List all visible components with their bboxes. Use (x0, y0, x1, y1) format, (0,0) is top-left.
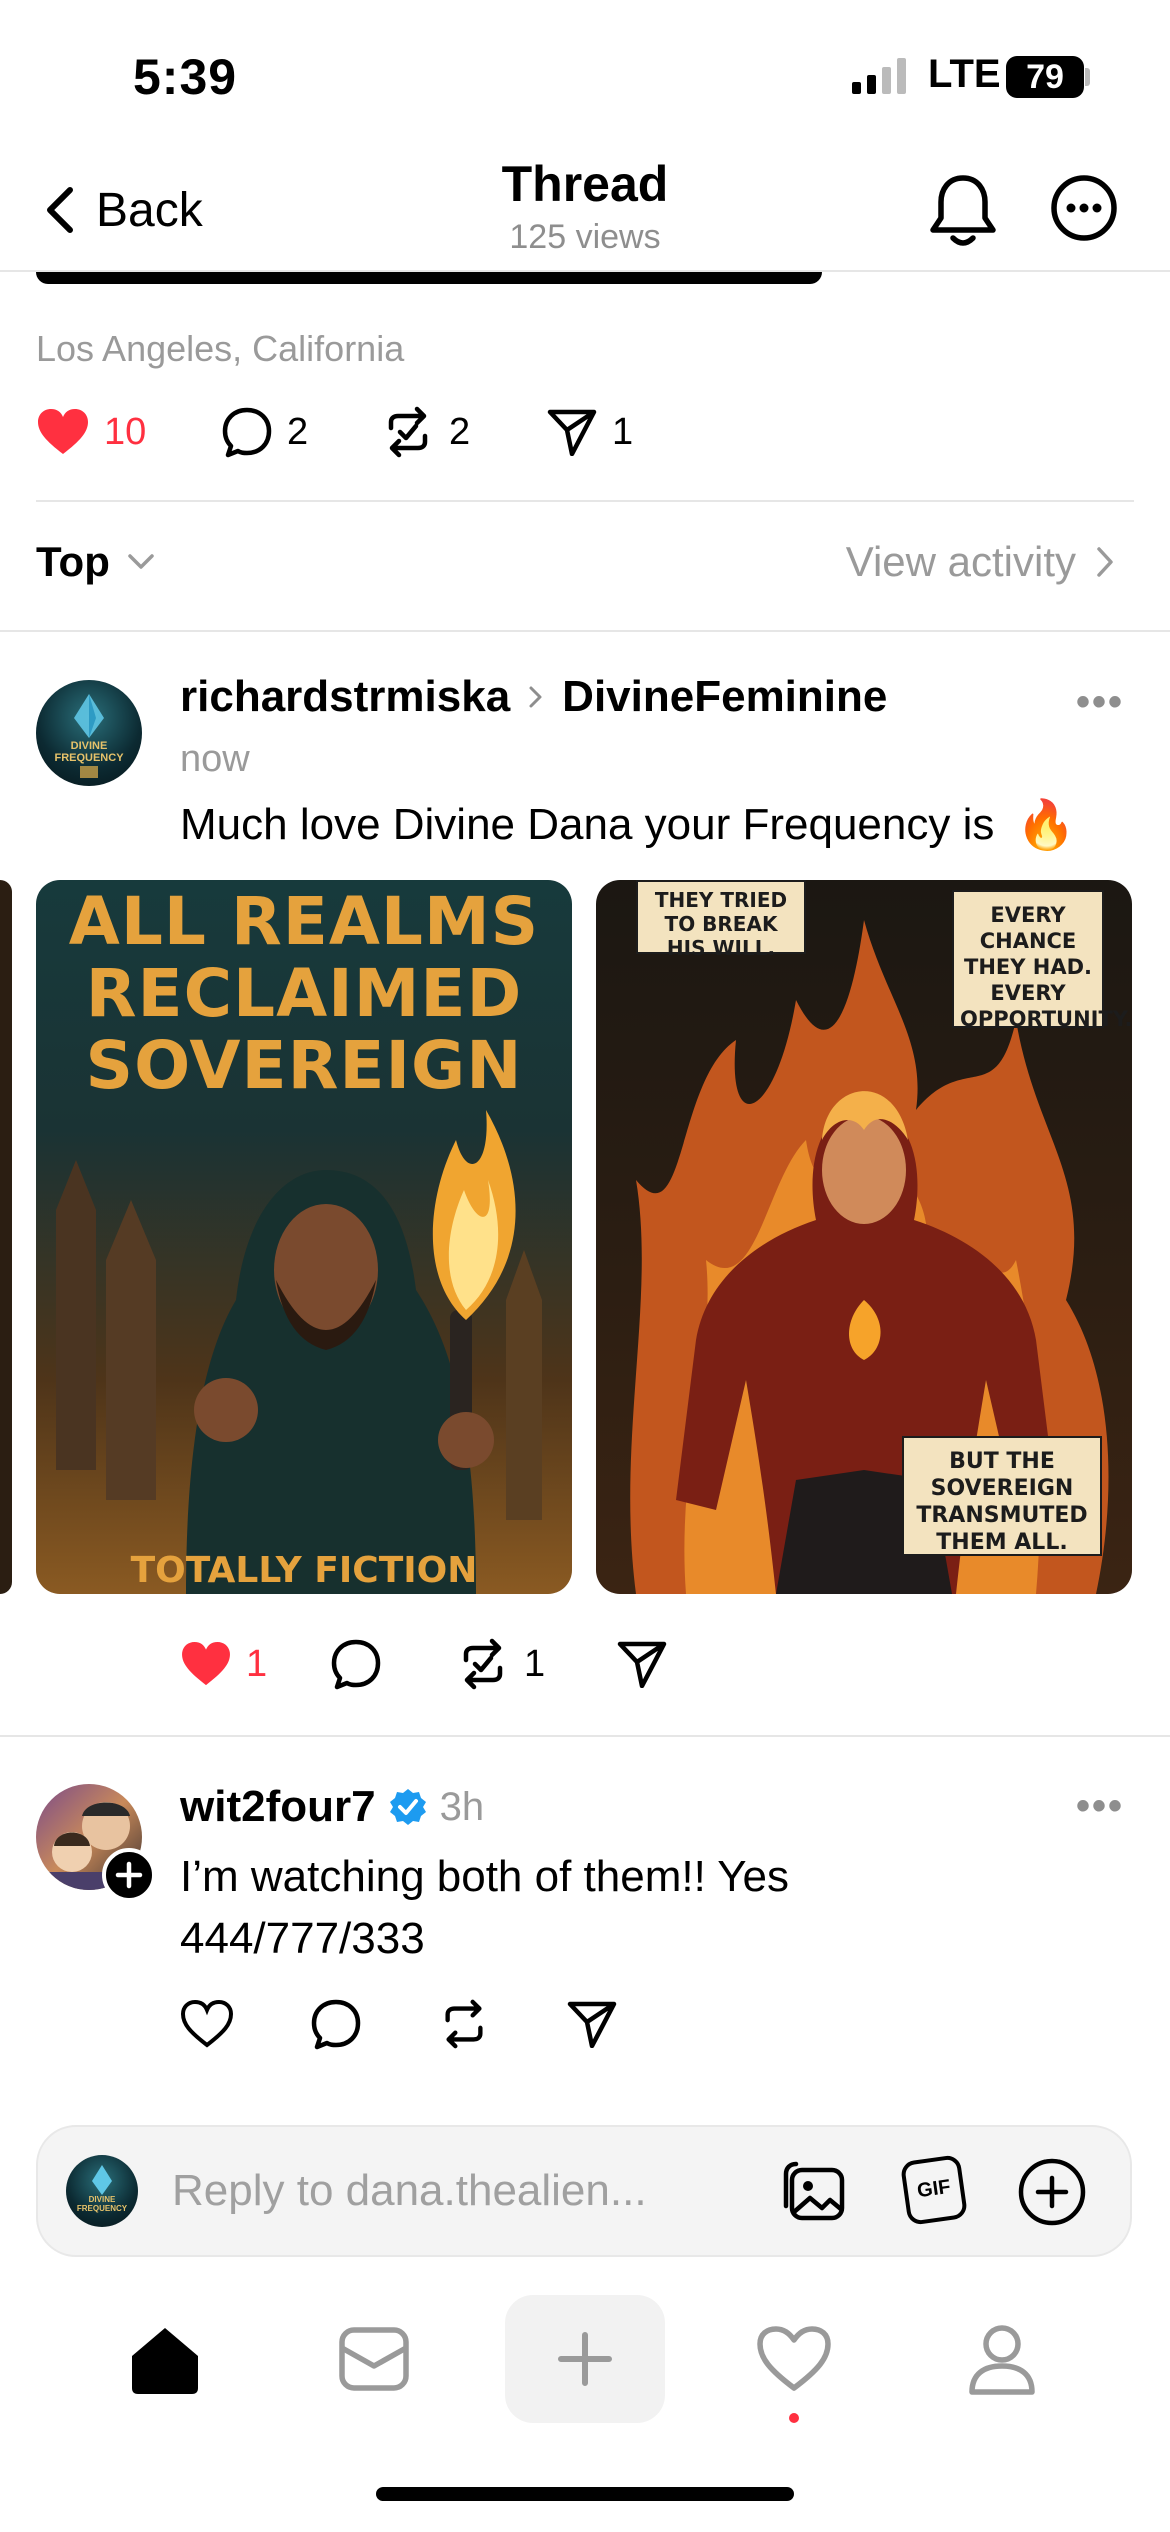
view-count: 125 views (509, 218, 661, 256)
repost-icon (388, 406, 428, 458)
reply-like-count: 1 (246, 1642, 268, 1685)
media-scroll-remnant (36, 272, 822, 284)
post-location: Los Angeles, California (36, 328, 405, 369)
gif-button[interactable]: GIF (899, 2154, 969, 2226)
comment-icon (331, 1639, 381, 1690)
reply2-text-line1: I’m watching both of them!! Yes (180, 1852, 790, 1901)
sort-label: Top (36, 538, 110, 585)
home-icon[interactable] (126, 2322, 204, 2396)
reply2-time: 3h (439, 1784, 485, 1829)
comment-count: 2 (287, 410, 309, 453)
add-circle-icon[interactable] (1016, 2156, 1088, 2228)
headline-line-2: RECLAIMED (85, 955, 523, 1032)
activity-notification-dot (789, 2413, 799, 2423)
reply-comment-button[interactable] (330, 1638, 456, 1690)
headline-line-1: ALL REALMS (68, 883, 540, 960)
back-label: Back (96, 183, 203, 237)
chevron-right-icon (529, 686, 542, 708)
repost-icon (463, 1638, 503, 1690)
plus-icon (115, 1861, 143, 1889)
view-activity-label: View activity (845, 538, 1076, 585)
composer-avatar: DIVINE FREQUENCY (66, 2155, 138, 2227)
plus-icon (558, 2332, 612, 2386)
back-button[interactable]: Back (44, 175, 203, 245)
bell-icon[interactable] (928, 172, 998, 248)
comment-icon[interactable] (310, 1998, 362, 2050)
diamond-logo-icon (92, 2165, 112, 2195)
send-icon[interactable] (566, 2000, 618, 2048)
heart-filled-icon (182, 1641, 230, 1686)
battery-indicator: 79 (1006, 56, 1084, 98)
inbox-icon[interactable] (338, 2326, 410, 2392)
chevron-down-icon (128, 554, 154, 569)
share-count: 1 (612, 410, 634, 453)
share-button[interactable]: 1 (546, 408, 686, 456)
reply-input[interactable]: Reply to dana.thealien... (172, 2166, 647, 2216)
post-divider (36, 500, 1134, 502)
reply-more-button[interactable]: ••• (1076, 680, 1124, 725)
carousel-prev-peek (0, 880, 12, 1594)
verified-badge-icon (389, 1789, 426, 1825)
image-footer: TOTALLY FICTION (130, 1550, 478, 1591)
send-icon (617, 1641, 667, 1688)
sort-divider (0, 630, 1170, 632)
follow-button[interactable] (102, 1848, 156, 1902)
fire-emoji: 🔥 (1016, 799, 1077, 852)
reply-text-content: Much love Divine Dana your Frequency is (180, 799, 995, 849)
profile-icon[interactable] (966, 2322, 1038, 2396)
reply-text: Much love Divine Dana your Frequency is … (180, 796, 1076, 853)
heart-filled-icon (38, 409, 88, 454)
headline-line-3: SOVEREIGN (85, 1027, 523, 1104)
caption-top-left: THEY TRIED TO BREAK HIS WILL. (636, 880, 806, 960)
image-headline: ALL REALMS RECLAIMED SOVEREIGN (36, 886, 572, 1102)
repost-button[interactable]: 2 (381, 406, 546, 458)
reply-time: now (180, 738, 250, 780)
reply2-text: I’m watching both of them!! Yes 444/777/… (180, 1846, 789, 1970)
comment-button[interactable]: 2 (221, 406, 381, 458)
reply2-username[interactable]: wit2four7 (180, 1782, 376, 1832)
reply2-more-button[interactable]: ••• (1076, 1784, 1124, 1829)
caption-bottom: BUT THE SOVEREIGN TRANSMUTED THEM ALL. (902, 1436, 1102, 1556)
like-button[interactable]: 10 (36, 408, 221, 456)
image-all-realms[interactable]: ALL REALMS RECLAIMED SOVEREIGN TOTALLY F… (36, 880, 572, 1594)
avatar[interactable]: DIVINE FREQUENCY (36, 680, 142, 786)
repost-count: 2 (449, 410, 471, 453)
reply-divider (0, 1735, 1170, 1737)
repost-icon[interactable] (438, 1998, 490, 2050)
composer-avatar-text: DIVINE FREQUENCY (76, 2195, 128, 2213)
network-label: LTE (928, 52, 1001, 96)
comment-icon (222, 407, 272, 458)
diamond-logo-icon (74, 694, 104, 778)
reply-repost-count: 1 (524, 1642, 546, 1685)
reply-like-button[interactable]: 1 (180, 1641, 330, 1687)
view-activity-link[interactable]: View activity (846, 538, 1114, 586)
reply2-text-line2: 444/777/333 (180, 1914, 425, 1963)
sort-dropdown[interactable]: Top (36, 538, 156, 586)
reply-repost-button[interactable]: 1 (456, 1638, 616, 1690)
battery-cap (1085, 68, 1090, 86)
avatar-text: DIVINE FREQUENCY (54, 740, 124, 764)
status-time: 5:39 (133, 49, 238, 105)
signal-icon (852, 58, 906, 94)
community-name[interactable]: DivineFeminine (562, 672, 887, 722)
new-thread-button[interactable] (505, 2295, 665, 2423)
home-indicator (376, 2487, 794, 2501)
image-attach-icon[interactable] (780, 2156, 850, 2226)
send-icon (547, 409, 597, 456)
like-count: 10 (104, 410, 147, 453)
activity-heart-icon[interactable] (756, 2326, 832, 2392)
reply-share-button[interactable] (616, 1640, 696, 1688)
chevron-left-icon (47, 187, 73, 233)
chevron-right-icon (1097, 547, 1113, 577)
page-title: Thread (501, 156, 669, 212)
caption-top-right: EVERY CHANCE THEY HAD. EVERY OPPORTUNITY… (952, 890, 1132, 1031)
heart-outline-icon[interactable] (180, 2000, 234, 2048)
more-options-icon[interactable] (1050, 174, 1118, 242)
reply-username[interactable]: richardstrmiska (180, 672, 510, 722)
image-sovereign-comic[interactable]: THEY TRIED TO BREAK HIS WILL. EVERY CHAN… (596, 880, 1132, 1594)
